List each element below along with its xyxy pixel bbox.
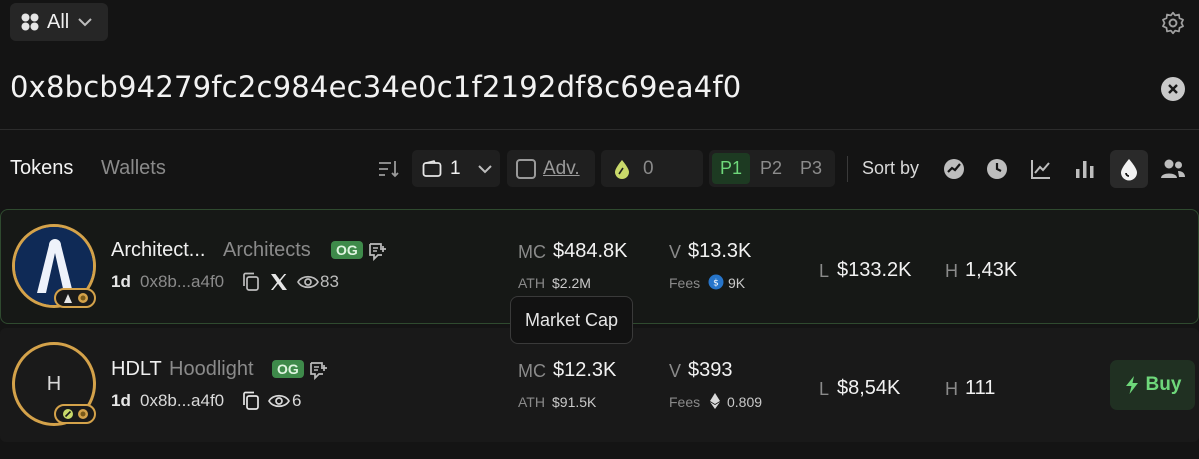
volume-value: $393 — [688, 359, 733, 381]
coin-icon — [77, 409, 88, 419]
token-address: 0x8b...a4f0 — [140, 391, 225, 410]
chevron-down-icon — [477, 164, 492, 173]
close-icon — [1168, 84, 1178, 94]
buy-label: Buy — [1145, 374, 1182, 395]
liquidity-label: L — [819, 379, 830, 399]
users-icon — [1161, 159, 1185, 178]
token-age: 1d — [111, 272, 131, 291]
clear-search-button[interactable] — [1161, 77, 1185, 101]
tab-tokens[interactable]: Tokens — [10, 157, 73, 180]
volume-value: $13.3K — [688, 240, 752, 262]
tooltip: Market Cap — [510, 296, 633, 344]
trending-icon — [944, 159, 964, 179]
sort-age-button[interactable] — [982, 154, 1012, 184]
token-age: 1d — [111, 391, 131, 410]
chevron-down-icon — [78, 18, 92, 27]
token-ticker[interactable]: Architect... — [111, 239, 205, 262]
sort-marketcap-button[interactable] — [1026, 154, 1056, 184]
token-address: 0x8b...a4f0 — [140, 272, 225, 291]
preset-p2[interactable]: P2 — [752, 153, 790, 184]
view-count: 6 — [292, 391, 302, 410]
holders-value: 111 — [965, 377, 996, 399]
droplet-icon — [1121, 159, 1137, 181]
svg-text:$: $ — [713, 279, 719, 289]
launchpad-icon — [63, 294, 72, 303]
ath-value: $2.2M — [552, 275, 591, 291]
fees-value: 9K — [728, 275, 746, 291]
volume-label: V — [669, 361, 682, 381]
preset-p1[interactable]: P1 — [712, 153, 750, 184]
chain-filter-dropdown[interactable]: All — [10, 3, 108, 41]
mc-label: MC — [518, 361, 546, 381]
sort-liquidity-button[interactable] — [1110, 150, 1148, 188]
gas-drop-icon — [615, 159, 629, 179]
liquidity-value: $8,54K — [837, 377, 901, 399]
edit-chat-icon[interactable] — [368, 241, 388, 261]
lightning-icon — [1125, 376, 1138, 394]
wallet-count: 1 — [450, 157, 461, 179]
sort-volume-button[interactable] — [1070, 154, 1100, 184]
eye-icon — [268, 394, 290, 408]
token-ticker[interactable]: HDLT — [111, 358, 162, 381]
advanced-toggle[interactable]: Adv. — [507, 150, 595, 187]
token-name: Hoodlight — [169, 358, 254, 380]
filter-label: All — [47, 10, 70, 33]
eye-icon — [297, 275, 319, 289]
og-badge: OG — [331, 241, 363, 259]
ath-value: $91.5K — [552, 394, 597, 410]
wallet-select[interactable]: 1 — [412, 150, 500, 187]
liquidity-value: $133.2K — [837, 259, 912, 281]
sort-order-icon[interactable] — [377, 158, 399, 180]
coin-icon — [77, 293, 88, 303]
sort-trending-button[interactable] — [939, 154, 969, 184]
fees-label: Fees — [669, 275, 701, 291]
grid-icon — [21, 13, 39, 31]
pump-icon — [62, 409, 73, 419]
mc-label: MC — [518, 242, 546, 262]
sort-holders-button[interactable] — [1158, 154, 1188, 184]
fees-value: 0.809 — [727, 394, 763, 410]
advanced-label: Adv. — [543, 157, 580, 179]
platform-badges — [54, 404, 96, 424]
gear-icon[interactable] — [1160, 10, 1186, 36]
ath-label: ATH — [518, 394, 545, 410]
og-badge: OG — [272, 360, 304, 378]
x-twitter-icon[interactable] — [270, 273, 288, 291]
search-input[interactable]: 0x8bcb94279fc2c984ec34e0c1f2192df8c69ea4… — [10, 70, 741, 104]
buy-button[interactable]: Buy — [1110, 360, 1195, 410]
preset-group: P1 P2 P3 — [709, 150, 835, 187]
avatar-letter: H — [46, 372, 62, 395]
toolbar-divider — [847, 156, 848, 182]
wallet-icon — [422, 159, 442, 177]
advanced-checkbox[interactable] — [516, 158, 536, 179]
copy-icon[interactable] — [242, 272, 260, 292]
clock-icon — [987, 159, 1007, 179]
market-cap-value[interactable]: $484.8K — [553, 240, 628, 263]
token-row[interactable] — [0, 328, 1199, 442]
tab-wallets[interactable]: Wallets — [101, 157, 166, 180]
holders-value: 1,43K — [965, 259, 1018, 281]
platform-badges — [54, 288, 96, 308]
view-count: 83 — [320, 272, 339, 291]
ath-label: ATH — [518, 275, 545, 291]
edit-chat-icon[interactable] — [309, 360, 329, 380]
fees-label: Fees — [669, 394, 701, 410]
buy-amount-input[interactable]: 0 — [601, 150, 703, 187]
bar-chart-icon — [1076, 161, 1094, 178]
ethereum-icon — [710, 393, 720, 409]
usdc-icon: $ — [708, 274, 724, 290]
token-name: Architects — [223, 239, 311, 261]
sort-by-label: Sort by — [862, 158, 920, 178]
holders-label: H — [945, 379, 958, 399]
amount-value: 0 — [643, 157, 654, 179]
volume-label: V — [669, 242, 682, 262]
holders-label: H — [945, 261, 958, 281]
copy-icon[interactable] — [242, 391, 260, 411]
market-cap-value[interactable]: $12.3K — [553, 359, 616, 382]
preset-p3[interactable]: P3 — [792, 153, 830, 184]
liquidity-label: L — [819, 261, 830, 281]
line-chart-icon — [1031, 160, 1050, 179]
